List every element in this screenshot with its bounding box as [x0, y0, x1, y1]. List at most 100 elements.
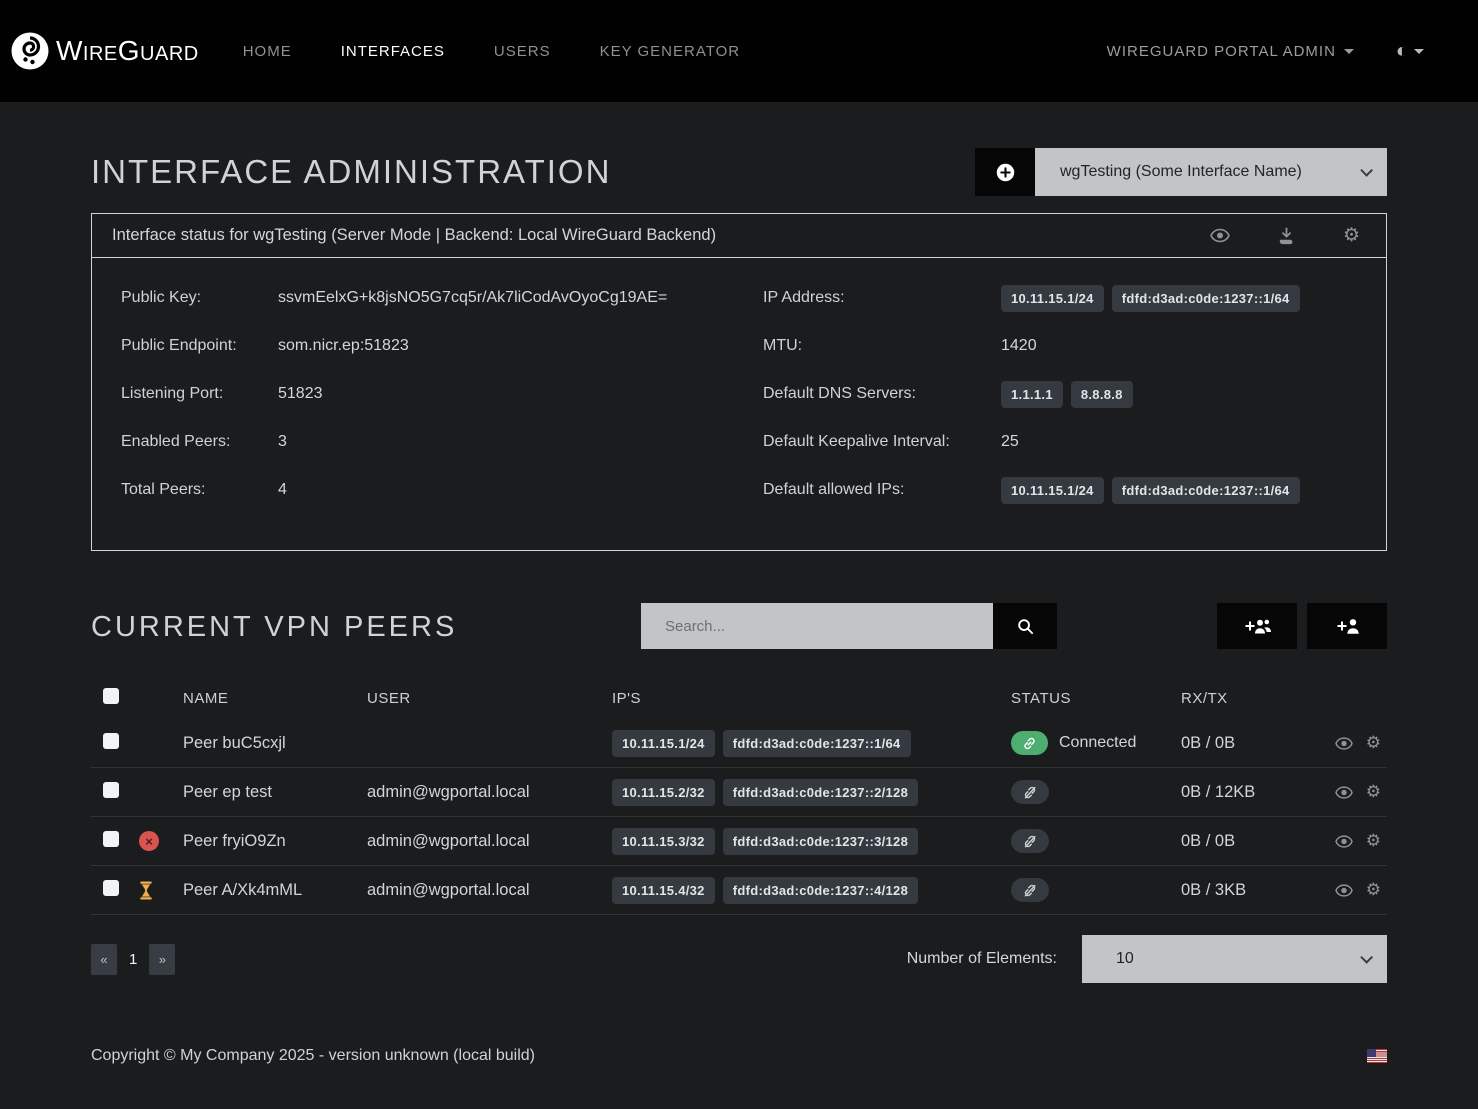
wireguard-logo-icon	[10, 31, 50, 71]
interface-select[interactable]: wgTesting (Some Interface Name)	[1035, 148, 1387, 196]
col-header-status: STATUS	[1011, 690, 1181, 707]
table-row: × Peer fryiO9Zn admin@wgportal.local 10.…	[91, 817, 1387, 866]
detail-label: Enabled Peers:	[121, 433, 278, 451]
theme-half-circle-icon: ◐	[1396, 40, 1408, 63]
search-input[interactable]	[641, 603, 993, 649]
peer-ip-badge: 10.11.15.2/32	[612, 779, 715, 806]
allowed-ip-badge: fdfd:d3ad:c0de:1237::1/64	[1112, 477, 1300, 504]
peer-name: Peer buC5cxjl	[183, 734, 367, 753]
select-all-checkbox[interactable]	[103, 688, 119, 704]
search-button[interactable]	[993, 603, 1057, 649]
gear-icon: ⚙	[1366, 831, 1381, 851]
us-flag-language-icon[interactable]	[1367, 1049, 1387, 1063]
total-peers-value: 4	[278, 481, 739, 499]
chevron-down-icon	[1360, 951, 1373, 964]
peer-settings-button[interactable]: ⚙	[1366, 733, 1381, 753]
public-key-value: ssvmEelxG+k8jsNO5G7cq5r/Ak7liCodAvOyoCg1…	[278, 289, 739, 307]
add-peer-button[interactable]	[1307, 603, 1387, 649]
nav-item-key-generator[interactable]: KEY GENERATOR	[600, 43, 741, 60]
page-title: INTERFACE ADMINISTRATION	[91, 153, 975, 191]
view-peer-button[interactable]	[1335, 782, 1353, 802]
col-header-name: NAME	[183, 690, 367, 707]
view-config-button[interactable]	[1210, 228, 1230, 243]
peer-rxtx: 0B / 3KB	[1181, 881, 1319, 900]
pagination: « 1 »	[91, 944, 175, 975]
peers-table: NAME USER IP'S STATUS RX/TX Peer buC5cxj…	[91, 677, 1387, 915]
gear-icon: ⚙	[1343, 224, 1360, 247]
brand-wordmark: WireGuard	[56, 35, 199, 67]
link-slash-icon	[1022, 834, 1038, 849]
view-peer-button[interactable]	[1335, 831, 1353, 851]
chevron-down-icon	[1344, 49, 1354, 54]
peer-rxtx: 0B / 12KB	[1181, 783, 1319, 802]
eye-icon	[1335, 737, 1353, 750]
detail-label: Default Keepalive Interval:	[763, 433, 1001, 451]
view-peer-button[interactable]	[1335, 880, 1353, 900]
row-checkbox[interactable]	[103, 831, 119, 847]
public-endpoint-value: som.nicr.ep:51823	[278, 337, 739, 355]
eye-icon	[1335, 835, 1353, 848]
interface-settings-button[interactable]: ⚙	[1343, 224, 1360, 247]
eye-icon	[1335, 884, 1353, 897]
peer-settings-button[interactable]: ⚙	[1366, 782, 1381, 802]
gear-icon: ⚙	[1366, 733, 1381, 753]
download-config-button[interactable]	[1277, 227, 1296, 245]
detail-label: Default DNS Servers:	[763, 385, 1001, 403]
search-icon	[1017, 618, 1034, 635]
gear-icon: ⚙	[1366, 880, 1381, 900]
peer-expired-hourglass-icon	[139, 881, 153, 900]
interface-select-value: wgTesting (Some Interface Name)	[1060, 163, 1360, 181]
row-checkbox[interactable]	[103, 733, 119, 749]
enabled-peers-value: 3	[278, 433, 739, 451]
detail-label: IP Address:	[763, 289, 1001, 307]
detail-label: Public Key:	[121, 289, 278, 307]
eye-icon	[1210, 228, 1230, 243]
peer-name: Peer A/Xk4mML	[183, 881, 367, 900]
peer-user: admin@wgportal.local	[367, 783, 612, 802]
pagination-current-page: 1	[129, 951, 137, 968]
add-multiple-peers-button[interactable]	[1217, 603, 1297, 649]
chevron-down-icon	[1414, 49, 1424, 54]
detail-label: Public Endpoint:	[121, 337, 278, 355]
listening-port-value: 51823	[278, 385, 739, 403]
status-label: Connected	[1059, 734, 1136, 752]
peer-ip-badge: 10.11.15.1/24	[612, 730, 715, 757]
detail-row: Enabled Peers: 3	[121, 418, 739, 466]
detail-row: Listening Port: 51823	[121, 370, 739, 418]
dns-badge: 8.8.8.8	[1071, 381, 1133, 408]
interface-status-card: Interface status for wgTesting (Server M…	[91, 213, 1387, 551]
nav-item-home[interactable]: HOME	[243, 43, 292, 60]
peer-settings-button[interactable]: ⚙	[1366, 831, 1381, 851]
row-checkbox[interactable]	[103, 782, 119, 798]
disconnected-status-pill	[1011, 780, 1049, 804]
user-menu-dropdown[interactable]: WIREGUARD PORTAL ADMIN	[1107, 43, 1354, 60]
detail-row: Default Keepalive Interval: 25	[763, 418, 1386, 466]
brand[interactable]: WireGuard	[10, 31, 199, 71]
detail-row: MTU: 1420	[763, 322, 1386, 370]
nav-item-interfaces[interactable]: INTERFACES	[341, 43, 445, 60]
plus-circle-icon	[996, 163, 1015, 182]
user-menu-label: WIREGUARD PORTAL ADMIN	[1107, 43, 1336, 60]
table-row: Peer ep test admin@wgportal.local 10.11.…	[91, 768, 1387, 817]
pagination-next-button[interactable]: »	[149, 944, 175, 975]
peer-settings-button[interactable]: ⚙	[1366, 880, 1381, 900]
row-checkbox[interactable]	[103, 880, 119, 896]
detail-row: Total Peers: 4	[121, 466, 739, 514]
nav-item-users[interactable]: USERS	[494, 43, 551, 60]
peer-ip-badge: fdfd:d3ad:c0de:1237::1/64	[723, 730, 911, 757]
pagination-prev-button[interactable]: «	[91, 944, 117, 975]
theme-toggle-dropdown[interactable]: ◐	[1396, 40, 1424, 63]
peers-section-title: CURRENT VPN PEERS	[91, 611, 641, 644]
peer-ip-badge: fdfd:d3ad:c0de:1237::2/128	[723, 779, 918, 806]
navbar: WireGuard HOME INTERFACES USERS KEY GENE…	[0, 0, 1478, 102]
view-peer-button[interactable]	[1335, 733, 1353, 753]
link-slash-icon	[1022, 883, 1038, 898]
add-interface-button[interactable]	[975, 148, 1035, 196]
peer-rxtx: 0B / 0B	[1181, 734, 1319, 753]
elements-per-page-select[interactable]: 10	[1082, 935, 1387, 983]
link-icon	[1022, 736, 1037, 751]
link-slash-icon	[1022, 785, 1038, 800]
elements-per-page-label: Number of Elements:	[907, 950, 1057, 968]
table-row: Peer buC5cxjl 10.11.15.1/24 fdfd:d3ad:c0…	[91, 719, 1387, 768]
eye-icon	[1335, 786, 1353, 799]
